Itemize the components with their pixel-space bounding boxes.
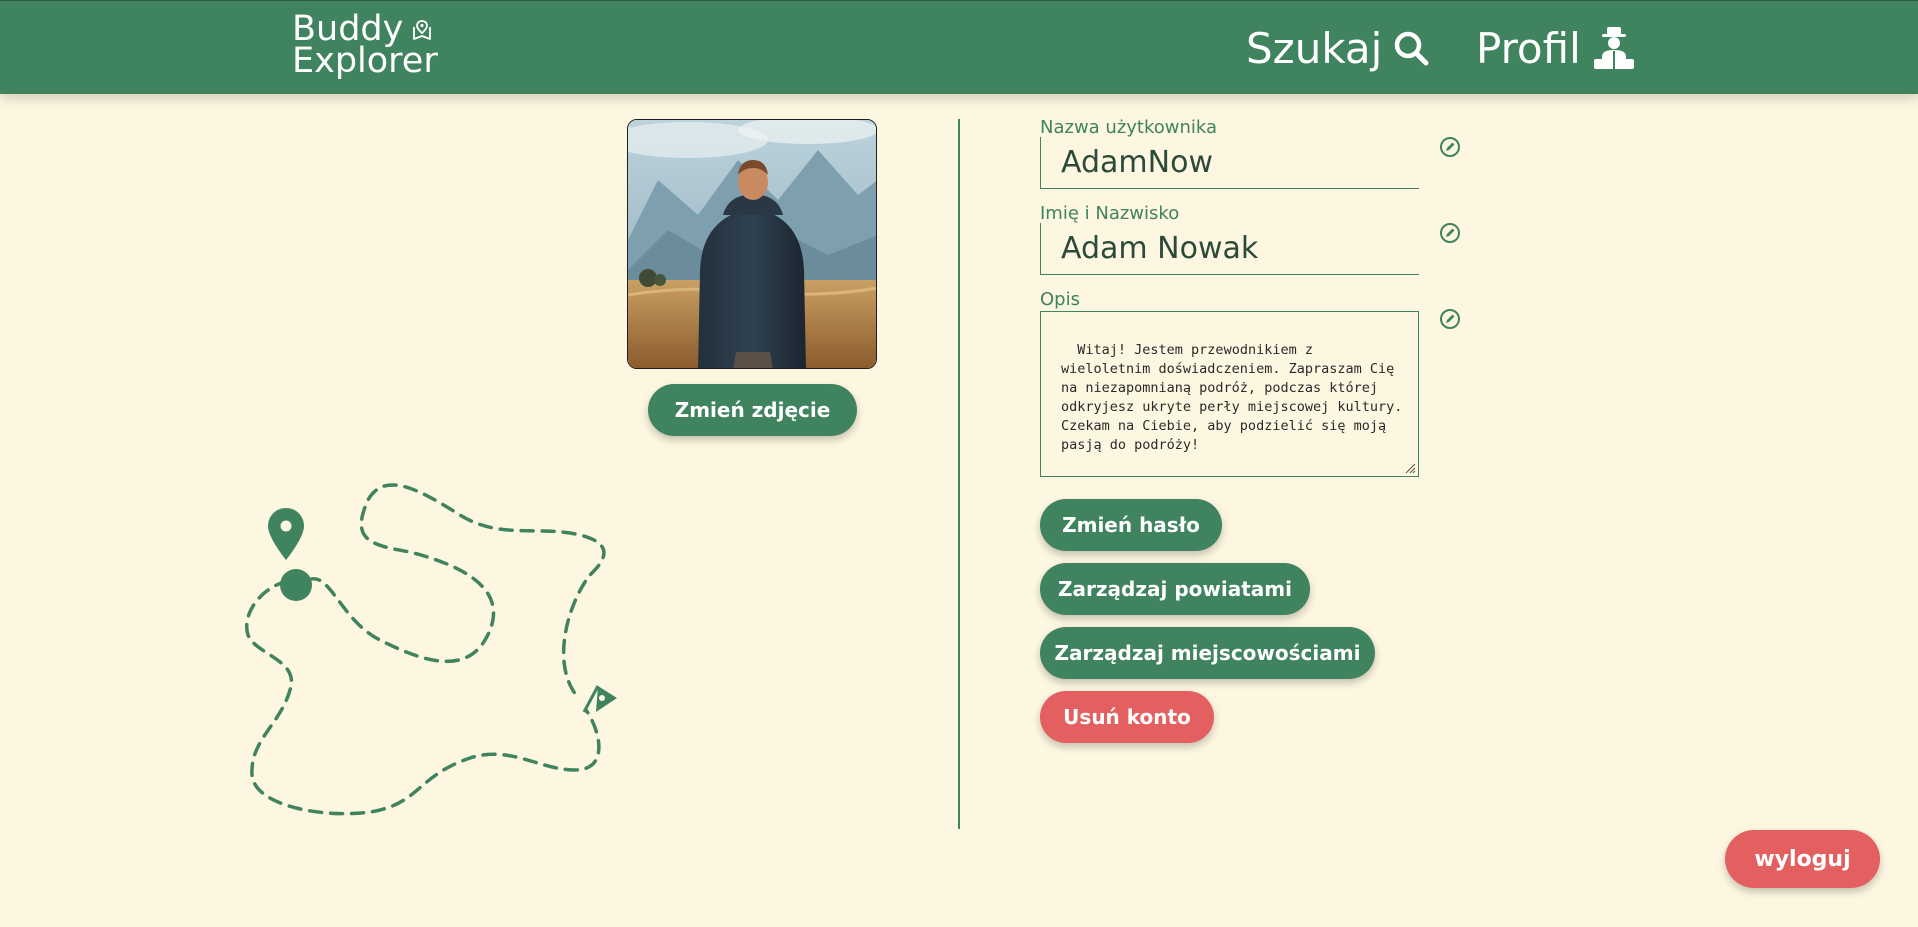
pencil-edit-icon[interactable] — [1439, 222, 1461, 244]
app-logo[interactable]: Buddy Explorer — [292, 12, 438, 81]
profile-photo — [627, 119, 877, 369]
username-field[interactable]: AdamNow — [1040, 137, 1419, 189]
nav-profile-label: Profil — [1476, 23, 1581, 73]
pencil-edit-icon[interactable] — [1439, 308, 1461, 330]
route-start-dot — [280, 569, 312, 601]
location-pin-icon — [268, 508, 304, 560]
change-photo-button[interactable]: Zmień zdjęcie — [648, 384, 857, 436]
pencil-edit-icon[interactable] — [1439, 136, 1461, 158]
route-map-illustration — [244, 483, 617, 816]
vertical-divider — [958, 119, 960, 829]
logout-button[interactable]: wyloguj — [1725, 830, 1880, 888]
flag-icon — [582, 685, 617, 713]
nav-search-link[interactable]: Szukaj — [1246, 23, 1430, 73]
delete-account-button[interactable]: Usuń konto — [1040, 691, 1214, 743]
description-text: Witaj! Jestem przewodnikiem z wieloletni… — [1061, 342, 1411, 453]
top-navbar: Buddy Explorer Szukaj Profil — [0, 0, 1918, 94]
nav-profile-link[interactable]: Profil — [1476, 23, 1637, 73]
profile-photo-image — [628, 120, 876, 368]
description-label: Opis — [1040, 289, 1080, 310]
map-marker-icon — [413, 20, 431, 40]
manage-counties-button[interactable]: Zarządzaj powiatami — [1040, 563, 1310, 615]
search-icon — [1395, 31, 1429, 66]
nav-search-label: Szukaj — [1246, 23, 1383, 73]
manage-towns-button[interactable]: Zarządzaj miejscowościami — [1040, 627, 1375, 679]
logo-line-2: Explorer — [292, 41, 438, 81]
resize-grip-icon[interactable] — [1404, 462, 1416, 474]
guide-icon — [1593, 27, 1634, 69]
username-label: Nazwa użytkownika — [1040, 117, 1218, 138]
change-password-button[interactable]: Zmień hasło — [1040, 499, 1222, 551]
description-textarea[interactable]: Witaj! Jestem przewodnikiem z wieloletni… — [1040, 311, 1419, 477]
fullname-field[interactable]: Adam Nowak — [1040, 223, 1419, 275]
fullname-label: Imię i Nazwisko — [1040, 203, 1180, 224]
